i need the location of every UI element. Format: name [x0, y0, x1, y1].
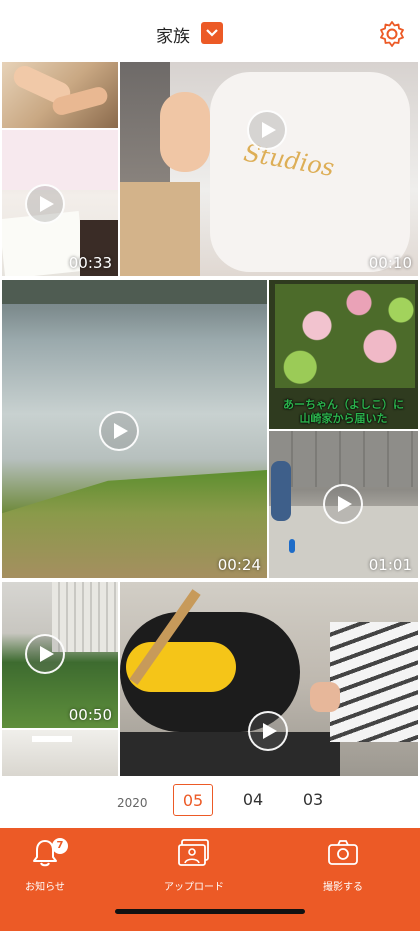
- notification-badge: 7: [52, 838, 68, 854]
- photo-children-floor[interactable]: [2, 62, 118, 128]
- video-child-studying[interactable]: 00:33: [2, 130, 118, 276]
- video-garden[interactable]: 00:50: [2, 582, 118, 728]
- play-icon[interactable]: [247, 110, 287, 150]
- tab-camera-label: 撮影する: [323, 882, 363, 893]
- play-icon[interactable]: [25, 634, 65, 674]
- album-title[interactable]: 家族: [156, 22, 190, 47]
- tab-notifications-label: お知らせ: [25, 882, 65, 893]
- video-duration: 00:24: [217, 556, 261, 574]
- camera-icon: [328, 840, 358, 865]
- tab-upload[interactable]: アップロード: [150, 834, 238, 893]
- month-05[interactable]: 05: [173, 784, 213, 816]
- video-duration: 00:33: [68, 254, 112, 272]
- video-cooking[interactable]: [120, 582, 418, 776]
- month-03[interactable]: 03: [295, 790, 331, 809]
- photo-caption: あーちゃん（よしこ）に 山崎家から届いた: [283, 398, 404, 425]
- play-icon[interactable]: [25, 184, 65, 224]
- month-04[interactable]: 04: [235, 790, 271, 809]
- photo-room[interactable]: [2, 730, 118, 776]
- tab-upload-label: アップロード: [164, 882, 224, 893]
- play-icon[interactable]: [323, 484, 363, 524]
- tab-camera[interactable]: 撮影する: [298, 834, 388, 893]
- header: 家族: [0, 0, 420, 62]
- media-grid: 00:33 Studios 00:10 00:24 あーちゃん（よしこ）に 山崎…: [0, 62, 420, 776]
- gear-icon[interactable]: [378, 20, 406, 48]
- home-indicator: [115, 909, 305, 914]
- year-label: 2020: [117, 796, 148, 810]
- video-duration: 00:50: [68, 706, 112, 724]
- video-duration: 00:10: [368, 254, 412, 272]
- chevron-down-icon[interactable]: [201, 22, 223, 44]
- photo-flowers[interactable]: あーちゃん（よしこ）に 山崎家から届いた: [269, 280, 418, 429]
- bottom-tab-bar: 7 お知らせ アップロード 撮影する: [0, 828, 420, 931]
- play-icon[interactable]: [248, 711, 288, 751]
- video-duration: 01:01: [368, 556, 412, 574]
- date-navigator: 2020 05 04 03: [0, 776, 420, 828]
- video-rice-field[interactable]: 00:24: [2, 280, 267, 578]
- video-child-tshirt[interactable]: Studios 00:10: [120, 62, 418, 276]
- play-icon[interactable]: [99, 411, 139, 451]
- tab-notifications[interactable]: 7 お知らせ: [0, 834, 90, 893]
- upload-photos-icon: [178, 839, 209, 866]
- video-child-scooter[interactable]: 01:01: [269, 431, 418, 578]
